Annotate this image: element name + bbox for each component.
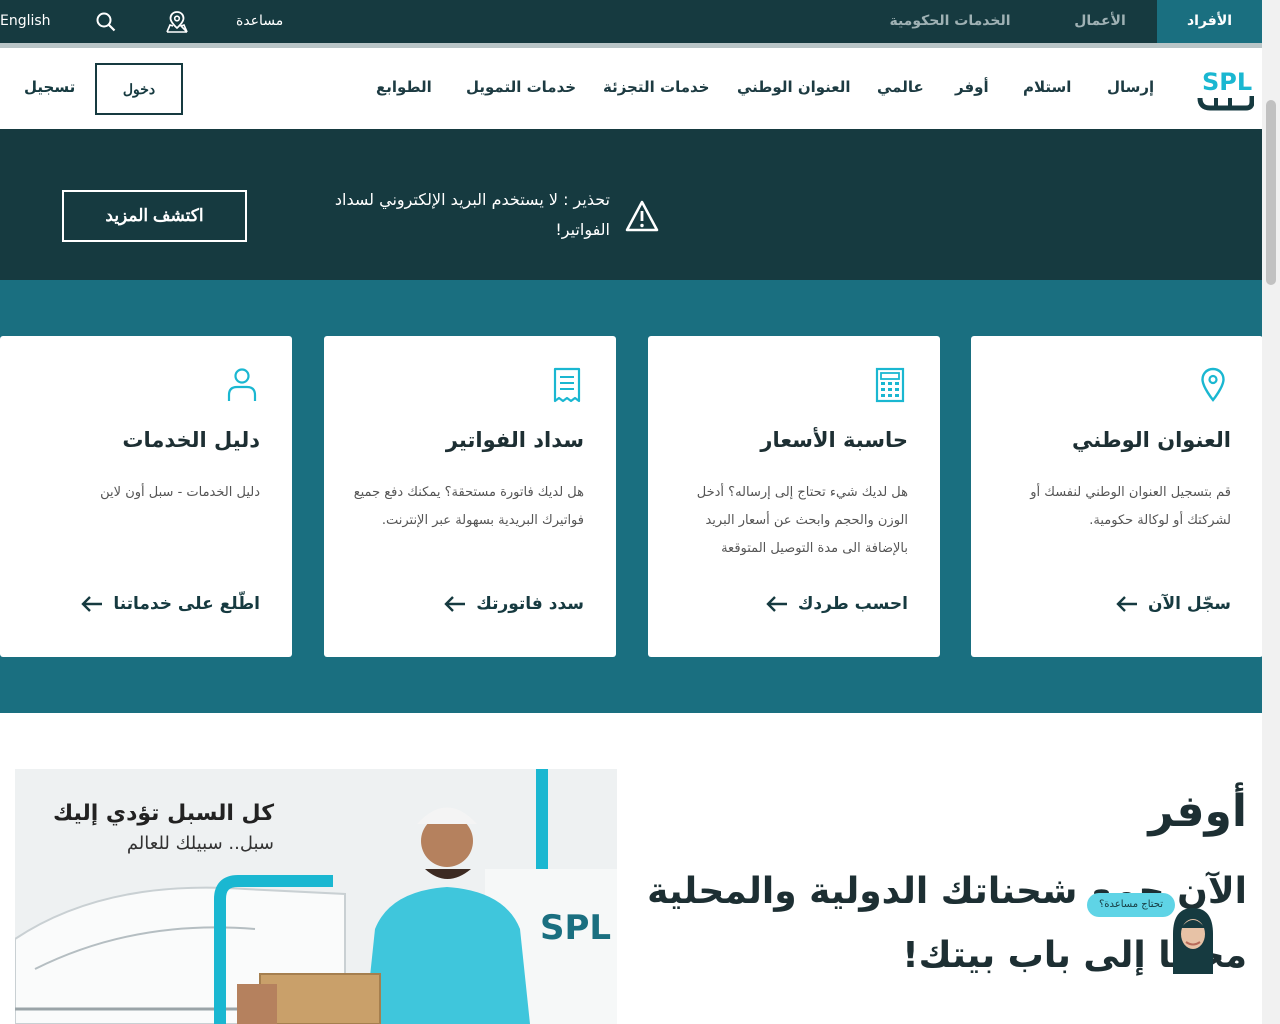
assistant-avatar[interactable] <box>1169 904 1217 974</box>
card-link-label: اطّلع على خدماتنا <box>113 594 260 614</box>
card-description: قم بتسجيل العنوان الوطني لنفسك أو لشركتك… <box>1030 485 1231 528</box>
promo-banner-image[interactable]: SPL كل السبل تؤدي إليك سبل.. سبيلك للعال… <box>15 769 617 1024</box>
card-link-label: سدد فاتورتك <box>476 594 584 614</box>
promo-subtitle: سبل.. سبيلك للعالم <box>126 833 274 854</box>
scrollbar-thumb[interactable] <box>1266 100 1276 285</box>
arrow-left-icon <box>444 596 466 612</box>
card-description: هل لديك شيء تحتاج إلى إرساله؟ أدخل الوزن… <box>696 485 908 556</box>
logo-text: SPL <box>1202 68 1252 96</box>
register-link[interactable]: تسجيل <box>24 78 75 96</box>
card-link-label: سجّل الآن <box>1147 594 1231 614</box>
card-national-address[interactable]: العنوان الوطني قم بتسجيل العنوان الوطني … <box>971 336 1263 657</box>
card-price-calculator[interactable]: حاسبة الأسعار هل لديك شيء تحتاج إلى إرسا… <box>648 336 940 657</box>
tab-government-services[interactable]: الخدمات الحكومية <box>880 0 1020 43</box>
spl-logo[interactable]: SPL <box>1196 68 1254 112</box>
help-chat-widget[interactable]: تحتاج مساعدة؟ <box>1087 890 1227 974</box>
user-icon <box>227 368 257 401</box>
calculator-icon <box>875 367 905 403</box>
language-switch[interactable]: English <box>0 0 51 43</box>
search-icon[interactable] <box>93 9 119 35</box>
nav-retail-services[interactable]: خدمات التجزئة <box>603 78 709 96</box>
help-bubble-label[interactable]: تحتاج مساعدة؟ <box>1087 893 1175 917</box>
login-button[interactable]: دخول <box>95 63 183 115</box>
svg-text:SPL: SPL <box>540 908 611 948</box>
top-utility-bar: الأفراد الأعمال الخدمات الحكومية مساعدة … <box>0 0 1262 43</box>
warning-banner: تحذير : لا يستخدم البريد الإلكتروني لسدا… <box>0 129 1262 280</box>
card-description: هل لديك فاتورة مستحقة؟ يمكنك دفع جميع فو… <box>353 485 584 528</box>
page-scrollbar[interactable] <box>1262 0 1280 1024</box>
card-title: سداد الفواتير <box>445 428 584 452</box>
card-link-calculate[interactable]: احسب طردك <box>766 594 908 614</box>
card-link-label: احسب طردك <box>797 594 908 614</box>
receipt-icon <box>553 367 581 403</box>
card-title: حاسبة الأسعار <box>760 428 908 452</box>
nav-national-address[interactable]: العنوان الوطني <box>737 78 851 96</box>
nav-stamps[interactable]: الطوابع <box>376 78 432 96</box>
arrow-left-icon <box>1116 596 1137 612</box>
nav-awfar[interactable]: أوفر <box>955 78 989 96</box>
promo-title: كل السبل تؤدي إليك <box>53 801 274 826</box>
arrow-left-icon <box>766 596 787 612</box>
main-navigation: SPL إرسال استلام أوفر عالمي العنوان الوط… <box>0 43 1262 129</box>
tab-business[interactable]: الأعمال <box>1055 0 1145 43</box>
nav-finance-services[interactable]: خدمات التمويل <box>466 78 576 96</box>
offer-section-title: أوفر <box>1148 786 1247 837</box>
card-link-register[interactable]: سجّل الآن <box>1116 594 1231 614</box>
warning-triangle-icon <box>625 200 659 232</box>
nav-receive[interactable]: استلام <box>1023 78 1071 96</box>
card-services-guide[interactable]: دليل الخدمات دليل الخدمات - سبل أون لاين… <box>0 336 292 657</box>
tab-individuals[interactable]: الأفراد <box>1157 0 1262 43</box>
card-description: دليل الخدمات - سبل أون لاين <box>100 485 260 500</box>
card-link-services[interactable]: اطّلع على خدماتنا <box>81 594 260 614</box>
location-pin-icon <box>1201 367 1225 402</box>
card-bill-payment[interactable]: سداد الفواتير هل لديك فاتورة مستحقة؟ يمك… <box>324 336 616 657</box>
warning-text: تحذير : لا يستخدم البريد الإلكتروني لسدا… <box>334 190 610 239</box>
quick-services-section: العنوان الوطني قم بتسجيل العنوان الوطني … <box>0 280 1263 713</box>
discover-more-button[interactable]: اكتشف المزيد <box>62 190 247 242</box>
map-location-icon[interactable] <box>164 9 190 35</box>
card-title: العنوان الوطني <box>1072 428 1231 452</box>
nav-global[interactable]: عالمي <box>877 78 924 96</box>
help-link[interactable]: مساعدة <box>236 0 283 43</box>
card-title: دليل الخدمات <box>122 428 260 452</box>
arrow-left-icon <box>81 596 103 612</box>
card-link-pay[interactable]: سدد فاتورتك <box>444 594 584 614</box>
nav-send[interactable]: إرسال <box>1107 78 1154 96</box>
